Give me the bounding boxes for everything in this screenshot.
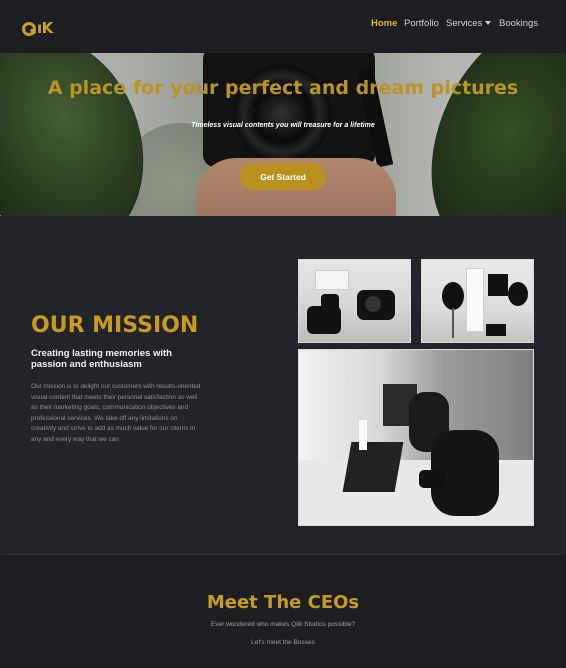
nav-services-label: Services xyxy=(446,18,483,29)
chevron-down-icon xyxy=(485,21,492,26)
hero-banner: A place for your perfect and dream pictu… xyxy=(0,53,566,216)
navbar: ıK Home Portfolio Services Bookings xyxy=(0,0,566,53)
mission-section: OUR MISSION Creating lasting memories wi… xyxy=(0,216,566,554)
ceo-title: Meet The CEOs xyxy=(206,592,360,613)
nav-portfolio[interactable]: Portfolio xyxy=(404,18,439,29)
magnifier-icon xyxy=(22,22,36,36)
meet-bosses-link[interactable]: Let's meet the Bosses xyxy=(0,639,566,646)
brand-wordmark: ıK xyxy=(37,19,53,37)
mission-title: OUR MISSION xyxy=(31,313,199,338)
nav-bookings[interactable]: Bookings xyxy=(499,18,538,29)
mission-body: Our mission is to delight our customers … xyxy=(31,383,201,443)
brand-logo[interactable]: ıK xyxy=(22,18,62,40)
get-started-button[interactable]: Get Started xyxy=(240,163,326,190)
nav-home[interactable]: Home xyxy=(371,18,397,29)
photo-camera-gear xyxy=(298,259,411,343)
photo-photographers-working xyxy=(298,349,534,526)
hero-subtitle: Timeless visual contents you will treasu… xyxy=(191,122,375,129)
mission-subtitle: Creating lasting memories with passion a… xyxy=(31,348,172,370)
ceo-question: Ever wondered who makes Qiik Studios pos… xyxy=(210,621,356,628)
ceo-section: Meet The CEOs Ever wondered who makes Qi… xyxy=(0,555,566,668)
hero-title: A place for your perfect and dream pictu… xyxy=(47,77,519,99)
nav-services-dropdown[interactable]: Services xyxy=(446,18,492,29)
photo-studio-lights xyxy=(421,259,534,343)
